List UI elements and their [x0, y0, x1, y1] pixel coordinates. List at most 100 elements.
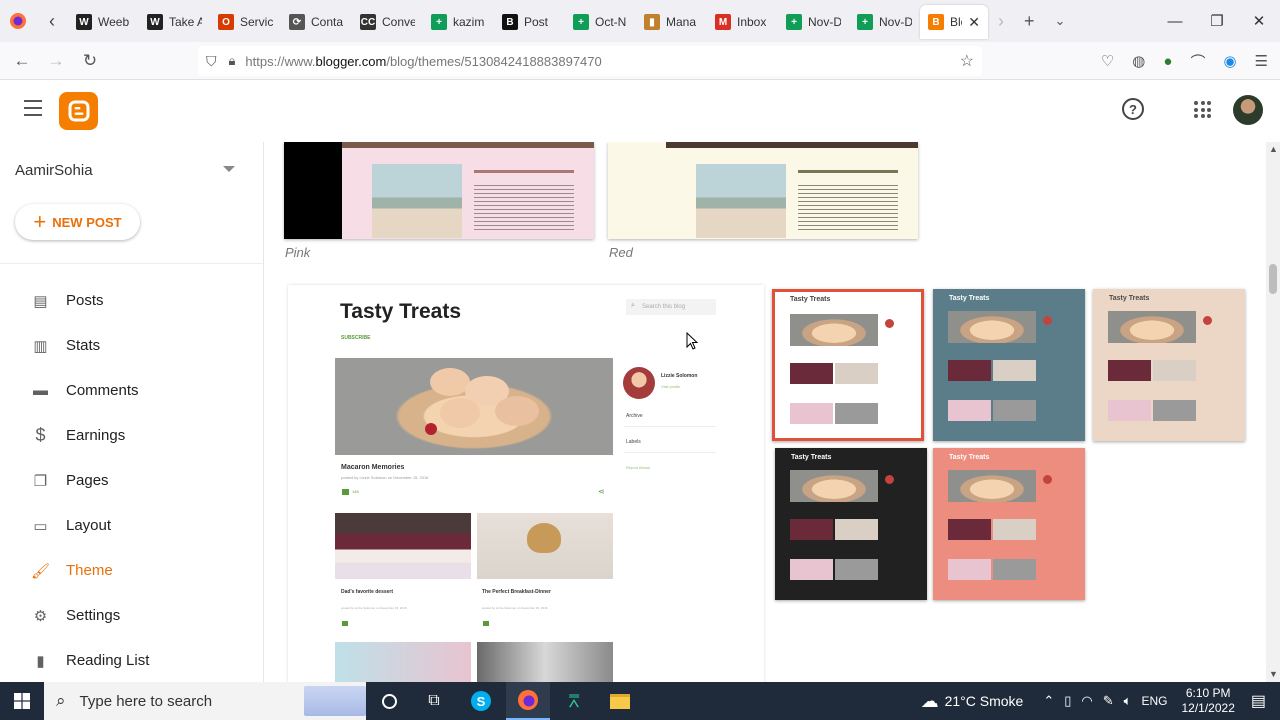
theme-variant-3[interactable]: Tasty Treats	[775, 448, 927, 600]
theme-variant-1[interactable]: Tasty Treats	[933, 289, 1085, 441]
translate-icon[interactable]: ◍	[1132, 52, 1145, 70]
tab-6[interactable]: B Post	[494, 5, 565, 39]
variant-post-image	[790, 519, 833, 540]
sidebar-item-settings[interactable]: ⚙ Settings	[0, 593, 263, 638]
theme-variant-0[interactable]: Tasty Treats	[772, 289, 924, 441]
show-hidden-icons-icon[interactable]: ⌃	[1043, 693, 1054, 709]
sidebar-item-stats[interactable]: ▥ Stats	[0, 323, 263, 368]
theme-icon: 🖌︎	[30, 562, 51, 580]
variant-post-image	[835, 403, 878, 424]
app-menu-icon[interactable]: ☰	[1255, 52, 1268, 70]
tab-5[interactable]: + kazim	[423, 5, 494, 39]
back-icon[interactable]: ←	[5, 42, 39, 80]
main-scrollbar[interactable]: ▲ ▼	[1266, 142, 1280, 682]
sidebar-item-layout[interactable]: ▭ Layout	[0, 503, 263, 548]
cortana-icon[interactable]	[367, 682, 411, 720]
tab-9[interactable]: M Inbox	[707, 5, 778, 39]
tab-blogger-active[interactable]: B Blo ✕	[920, 5, 988, 39]
sidebar-item-label: Earnings	[66, 427, 126, 444]
language-indicator[interactable]: ENG	[1141, 694, 1167, 708]
clock[interactable]: 6:10 PM 12/1/2022	[1181, 686, 1234, 716]
tab-0[interactable]: W Weeb	[68, 5, 139, 39]
tab-2[interactable]: O Servic	[210, 5, 281, 39]
tab-1[interactable]: W Take A	[139, 5, 210, 39]
sidebar-item-label: Settings	[66, 607, 121, 624]
tab-label: Post	[524, 15, 549, 29]
tracking-shield-icon[interactable]: ⛉	[206, 53, 217, 70]
minimize-icon[interactable]: —	[1154, 0, 1196, 42]
pen-icon[interactable]: ✎	[1103, 693, 1114, 709]
variant-title: Tasty Treats	[1109, 295, 1150, 302]
firefox-menu-icon[interactable]	[0, 0, 36, 42]
new-tab-icon[interactable]: +	[1024, 11, 1035, 32]
notifications-icon[interactable]: ▤	[1251, 691, 1266, 711]
tab-scroll-right-icon[interactable]: ›	[998, 11, 1004, 32]
list-all-tabs-icon[interactable]: ⌄	[1055, 13, 1066, 29]
sidebar-item-reading-list[interactable]: ▮ Reading List	[0, 638, 263, 683]
windows-start-icon[interactable]	[0, 682, 44, 720]
preview-post1-meta: posted by Lizzie Solomon on December 15,…	[341, 475, 429, 480]
account-dropdown-icon[interactable]	[223, 166, 235, 172]
theme-card-red[interactable]	[608, 142, 918, 239]
clock-time: 6:10 PM	[1185, 686, 1231, 700]
network-icon[interactable]: ◠	[1081, 693, 1092, 709]
taskbar-search[interactable]: ⌕ Type here to search	[44, 682, 366, 720]
variant-post-image	[993, 400, 1036, 421]
pocket-icon[interactable]: ♡	[1101, 52, 1114, 70]
sidebar-item-pages[interactable]: ❐ Pages	[0, 458, 263, 503]
tab-label: Conta	[311, 15, 344, 29]
blogger-logo-icon[interactable]	[59, 92, 98, 130]
preview-search: Search this blog	[626, 299, 716, 315]
app-installer-icon[interactable]: ⩞	[552, 682, 596, 720]
scrollbar-thumb[interactable]	[1269, 264, 1277, 294]
forward-icon[interactable]: →	[39, 42, 73, 80]
tab-8[interactable]: ▮ Mana	[636, 5, 707, 39]
tab-11[interactable]: + Nov-D	[849, 5, 920, 39]
sidebar-item-label: Posts	[66, 292, 104, 309]
tab-10[interactable]: + Nov-D	[778, 5, 849, 39]
browser-toolbar: ← → ↻ ⛉ 🔒︎ https://www.blogger.com/blog/…	[0, 42, 1280, 80]
theme-variant-4[interactable]: Tasty Treats	[933, 448, 1085, 600]
sidebar-item-earnings[interactable]: $ Earnings	[0, 413, 263, 458]
sidebar-item-comments[interactable]: ▬ Comments	[0, 368, 263, 413]
task-view-icon[interactable]: ⧉	[412, 682, 456, 720]
earnings-icon: $	[35, 425, 46, 445]
tab-label: Inbox	[737, 15, 767, 29]
tab-4[interactable]: CC Conve	[352, 5, 423, 39]
skype-icon[interactable]: S	[459, 682, 503, 720]
apps-grid-icon[interactable]	[1194, 101, 1211, 118]
firefox-taskbar-icon[interactable]	[506, 682, 550, 720]
tab-3[interactable]: ⟳ Conta	[281, 5, 352, 39]
bookmark-star-icon[interactable]: ☆	[960, 51, 974, 71]
battery-icon[interactable]: ▯	[1064, 693, 1071, 709]
theme-card-pink[interactable]	[284, 142, 594, 239]
extension-icon[interactable]: ●	[1163, 53, 1172, 70]
scroll-down-icon[interactable]: ▼	[1269, 669, 1278, 679]
help-icon[interactable]: ?	[1122, 98, 1144, 120]
theme-variant-2[interactable]: Tasty Treats	[1093, 289, 1245, 441]
url-field[interactable]: ⛉ 🔒︎ https://www.blogger.com/blog/themes…	[198, 46, 982, 76]
scroll-up-icon[interactable]: ▲	[1269, 144, 1278, 154]
hamburger-menu-icon[interactable]	[24, 100, 42, 116]
tab-7[interactable]: + Oct-N	[565, 5, 636, 39]
weather-text[interactable]: 21°C Smoke	[945, 693, 1024, 709]
close-window-icon[interactable]: ✕	[1238, 0, 1280, 42]
variant-post-image	[835, 519, 878, 540]
weather-icon[interactable]: ☁	[921, 691, 939, 712]
tab-label: Weeb	[98, 15, 130, 29]
file-explorer-icon[interactable]	[598, 682, 642, 720]
vpn-icon[interactable]: ⌒	[1190, 51, 1205, 72]
new-post-button[interactable]: + NEW POST	[15, 204, 140, 240]
account-name[interactable]: AamirSohia	[15, 162, 93, 179]
account-extension-icon[interactable]: ◉	[1223, 52, 1236, 70]
tab-close-icon[interactable]: ✕	[968, 14, 980, 31]
volume-icon[interactable]: 🔈︎	[1124, 693, 1132, 709]
tab-scroll-left-icon[interactable]: ‹	[36, 0, 68, 42]
reading-list-icon: ▮	[36, 652, 45, 670]
sidebar-item-posts[interactable]: ▤ Posts	[0, 278, 263, 323]
user-avatar[interactable]	[1233, 95, 1263, 125]
reload-icon[interactable]: ↻	[73, 42, 107, 80]
restore-icon[interactable]: ❐	[1196, 0, 1238, 42]
lock-icon[interactable]: 🔒︎	[229, 53, 236, 69]
sidebar-item-theme[interactable]: 🖌︎ Theme	[0, 548, 263, 593]
